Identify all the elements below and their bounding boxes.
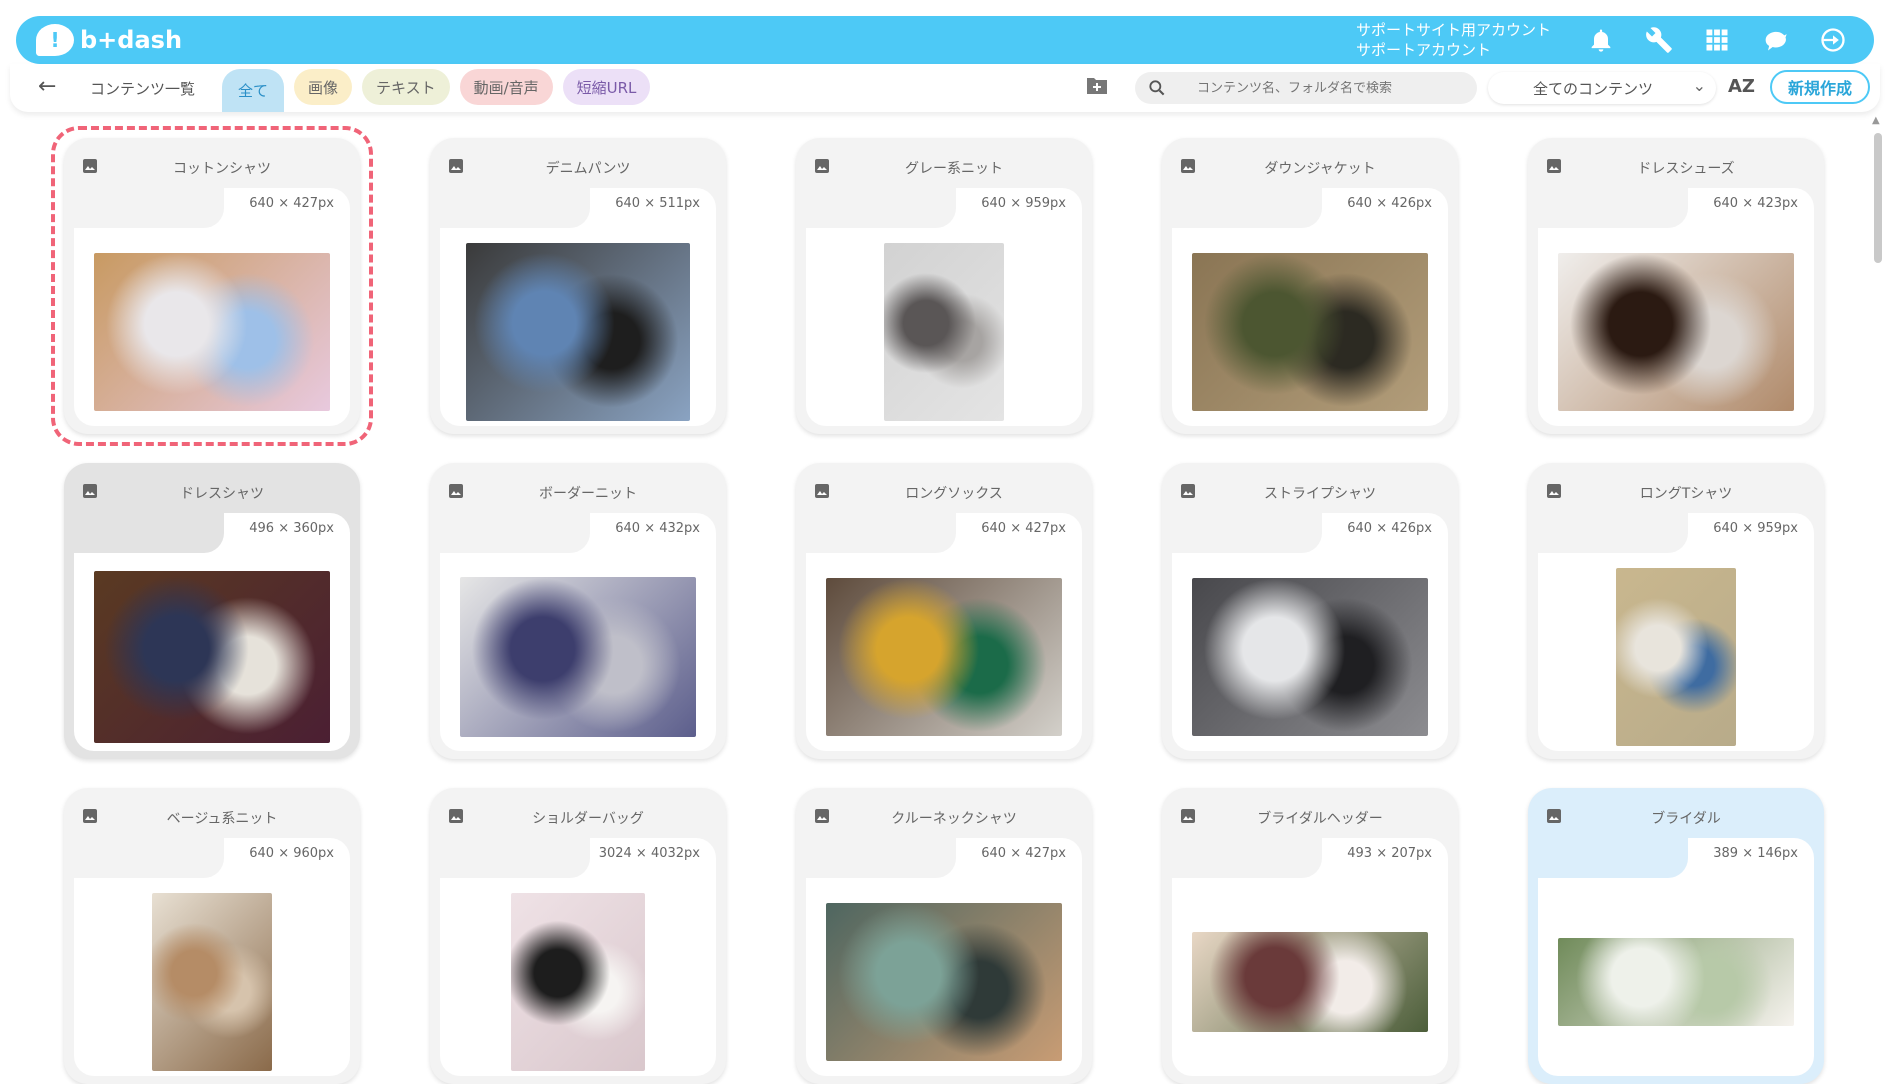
card-size: 640 × 432px [615,521,700,536]
scrollbar-thumb[interactable] [1874,133,1882,263]
image-type-icon [814,808,830,824]
card-tab-notch [796,188,956,228]
card-title: ドレスシャツ [180,486,264,502]
image-type-icon [814,483,830,499]
card-tab-notch [1528,513,1688,553]
scrollbar[interactable]: ▲ [1870,115,1886,1063]
image-type-icon [1180,808,1196,824]
content-card[interactable]: ボーダーニット 640 × 432px [430,463,726,759]
image-type-icon [448,158,464,174]
selection-outline [51,126,373,446]
card-title: ストライプシャツ [1264,486,1376,502]
card-tab-notch [1528,838,1688,878]
content-card[interactable]: ショルダーバッグ 3024 × 4032px [430,788,726,1084]
image-type-icon [448,483,464,499]
card-title: ドレスシューズ [1637,161,1735,177]
card-size: 3024 × 4032px [598,846,700,861]
card-thumbnail [826,578,1062,736]
card-title: ブライダルヘッダー [1257,811,1383,827]
card-title: ブライダル [1651,811,1721,827]
card-size: 640 × 959px [1713,521,1798,536]
card-tab-notch [64,513,224,553]
content-card[interactable]: ベージュ系ニット 640 × 960px [64,788,360,1084]
card-thumbnail [94,571,330,743]
card-thumbnail [466,243,690,421]
card-tab-notch [1162,838,1322,878]
card-size: 640 × 426px [1347,196,1432,211]
card-tab-notch [1162,188,1322,228]
content-grid: コットンシャツ 640 × 427px デニムパンツ 640 × 511px グレー系ニ… [0,0,1890,1084]
card-thumbnail [460,577,696,737]
card-tab-notch [430,513,590,553]
content-card[interactable]: クルーネックシャツ 640 × 427px [796,788,1092,1084]
content-card[interactable]: ロングソックス 640 × 427px [796,463,1092,759]
card-tab-notch [430,188,590,228]
card-thumbnail [511,893,645,1071]
card-size: 640 × 426px [1347,521,1432,536]
content-card[interactable]: ロングTシャツ 640 × 959px [1528,463,1824,759]
card-size: 496 × 360px [249,521,334,536]
content-card[interactable]: ドレスシューズ 640 × 423px [1528,138,1824,434]
image-type-icon [82,483,98,499]
card-size: 640 × 427px [981,846,1066,861]
content-card[interactable]: ダウンジャケット 640 × 426px [1162,138,1458,434]
card-thumbnail [1616,568,1736,746]
card-tab-notch [796,838,956,878]
content-card[interactable]: ブライダルヘッダー 493 × 207px [1162,788,1458,1084]
card-title: クルーネックシャツ [891,811,1017,827]
card-title: ロングTシャツ [1639,486,1733,502]
card-thumbnail [1558,938,1794,1026]
card-size: 640 × 511px [615,196,700,211]
card-title: ベージュ系ニット [166,811,278,827]
card-title: ダウンジャケット [1264,161,1376,177]
image-type-icon [1180,483,1196,499]
content-card[interactable]: ブライダル 389 × 146px [1528,788,1824,1084]
card-tab-notch [796,513,956,553]
card-tab-notch [430,838,590,878]
card-size: 389 × 146px [1713,846,1798,861]
card-title: ショルダーバッグ [532,811,644,827]
card-thumbnail [1192,253,1428,411]
card-thumbnail [1192,578,1428,736]
card-title: デニムパンツ [545,161,631,177]
card-size: 493 × 207px [1347,846,1432,861]
content-card[interactable]: グレー系ニット 640 × 959px [796,138,1092,434]
image-type-icon [1180,158,1196,174]
content-card[interactable]: ストライプシャツ 640 × 426px [1162,463,1458,759]
content-card[interactable]: デニムパンツ 640 × 511px [430,138,726,434]
card-thumbnail [826,903,1062,1061]
card-tab-notch [1528,188,1688,228]
card-thumbnail [1192,932,1428,1032]
image-type-icon [448,808,464,824]
image-type-icon [82,808,98,824]
scroll-up-icon[interactable]: ▲ [1872,115,1880,126]
card-thumbnail [884,243,1004,421]
content-card[interactable]: ドレスシャツ 496 × 360px [64,463,360,759]
card-size: 640 × 960px [249,846,334,861]
card-tab-notch [1162,513,1322,553]
card-title: ロングソックス [905,486,1003,502]
image-type-icon [1546,158,1562,174]
image-type-icon [814,158,830,174]
image-type-icon [1546,483,1562,499]
card-size: 640 × 423px [1713,196,1798,211]
card-thumbnail [1558,253,1794,411]
card-size: 640 × 959px [981,196,1066,211]
card-thumbnail [152,893,272,1071]
card-tab-notch [64,838,224,878]
card-size: 640 × 427px [981,521,1066,536]
card-title: ボーダーニット [539,486,637,502]
image-type-icon [1546,808,1562,824]
card-title: グレー系ニット [905,161,1003,177]
